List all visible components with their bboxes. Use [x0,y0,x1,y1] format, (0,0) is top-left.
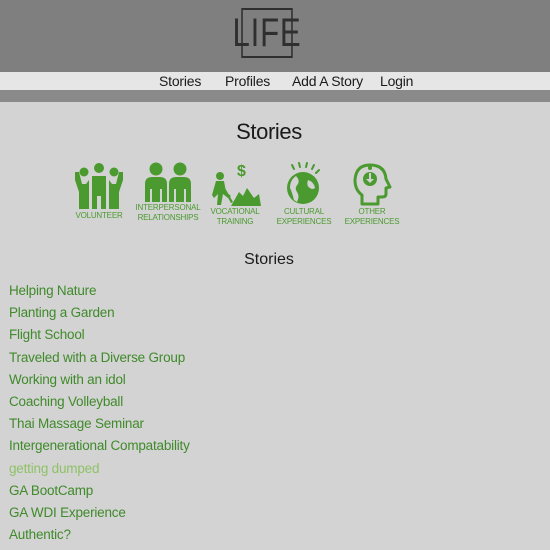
story-link[interactable]: GA WDI Experience [9,505,190,527]
header-band [0,90,550,102]
story-link[interactable]: Authentic? [9,527,190,549]
category-other-experiences[interactable]: OTHER EXPERIENCES [337,162,407,227]
story-link[interactable]: GA BootCamp [9,483,190,505]
story-list: Helping Nature Planting a Garden Flight … [9,283,190,549]
story-link[interactable]: Flight School [9,327,190,349]
nav-link-login[interactable]: Login [380,72,413,90]
story-link[interactable]: Coaching Volleyball [9,394,190,416]
stories-section-title: Stories [244,251,294,268]
story-link[interactable]: Planting a Garden [9,305,190,327]
category-label: INTERPERSONAL RELATIONSHIPS [135,203,201,222]
category-label: CULTURAL EXPERIENCES [276,207,332,226]
category-label: VOCATIONAL TRAINING [210,207,260,226]
story-link[interactable]: Helping Nature [9,283,190,305]
svg-text:$: $ [237,163,246,180]
story-link[interactable]: Thai Massage Seminar [9,416,190,438]
story-link[interactable]: getting dumped [9,461,190,483]
category-volunteer[interactable]: VOLUNTEER [64,162,134,221]
head-icon [353,163,392,206]
volunteer-icon [75,163,123,209]
nav-link-profiles[interactable]: Profiles [225,72,270,90]
nav-link-add-story[interactable]: Add A Story [292,72,363,90]
category-vocational-training[interactable]: $ VOCATIONAL TRAINING [200,162,270,227]
main-nav: Stories Profiles Add A Story Login [0,72,550,90]
vocational-icon: $ [212,163,261,206]
relationships-icon [145,162,191,202]
category-label: VOLUNTEER [75,211,123,220]
story-link[interactable]: Working with an idol [9,372,190,394]
category-label: OTHER EXPERIENCES [344,207,400,226]
nav-link-stories[interactable]: Stories [159,72,201,90]
category-interpersonal-relationships[interactable]: INTERPERSONAL RELATIONSHIPS [133,162,203,223]
page-title: Stories [236,119,302,144]
category-cultural-experiences[interactable]: CULTURAL EXPERIENCES [269,162,339,227]
globe-icon [287,162,320,204]
story-link[interactable]: Traveled with a Diverse Group [9,350,190,372]
site-logo[interactable]: LIFE [232,8,301,58]
story-link[interactable]: Intergenerational Compatability [9,438,190,460]
site-header: LIFE [0,0,550,72]
